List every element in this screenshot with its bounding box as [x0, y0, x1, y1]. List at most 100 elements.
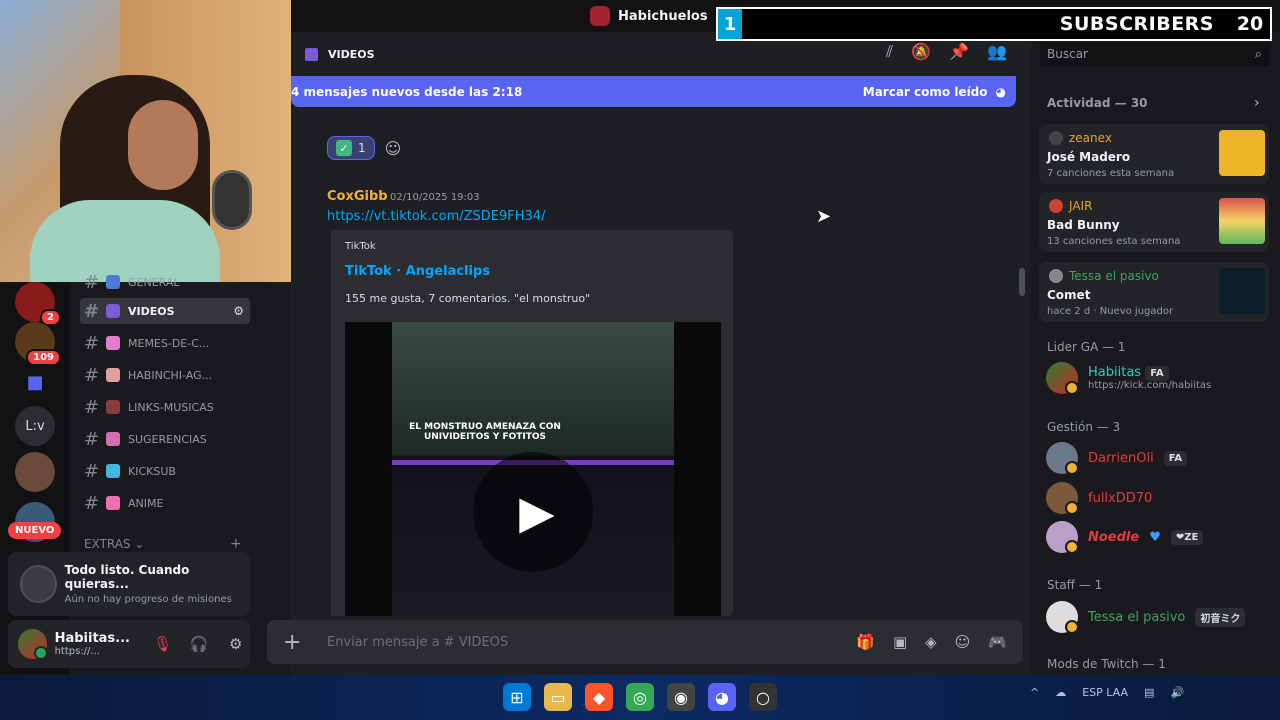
channel-item[interactable]: # HABINCHI-AG...: [80, 362, 250, 388]
new-messages-bar[interactable]: 4 mensajes nuevos desde las 2:18 Marcar …: [291, 76, 1016, 107]
activity-user-name: zeanex: [1069, 131, 1112, 145]
channel-item-active[interactable]: # VIDEOS ⚙: [80, 298, 250, 324]
member-item[interactable]: Habiitas FA https://kick.com/habiitas: [1046, 361, 1211, 395]
channel-emoji-icon: [106, 336, 120, 350]
activity-subtitle: 7 canciones esta semana: [1047, 168, 1175, 179]
album-art: [1219, 130, 1265, 176]
member-name: DarrienOli: [1088, 450, 1154, 466]
attach-plus-icon[interactable]: +: [283, 630, 309, 655]
channel-item[interactable]: # LINKS-MUSICAS: [80, 394, 250, 420]
avatar[interactable]: [18, 629, 48, 660]
mic-muted-icon[interactable]: 🎙: [148, 629, 177, 659]
composer-placeholder: Enviar mensaje a # VIDEOS: [327, 635, 508, 650]
brave-browser-icon[interactable]: ◆: [585, 683, 613, 711]
activity-title: José Madero: [1047, 150, 1131, 164]
server-rail: 2 109 ■ L:v NUEVO: [0, 282, 70, 675]
folder-icon[interactable]: ■: [15, 362, 55, 402]
activity-card[interactable]: zeanex José Madero 7 canciones esta sema…: [1039, 124, 1269, 184]
emoji-icon[interactable]: ☺: [955, 633, 971, 651]
server-icon[interactable]: 109: [15, 322, 61, 366]
hash-icon: #: [84, 300, 100, 322]
obs-icon[interactable]: ◉: [667, 683, 695, 711]
message-composer[interactable]: + Enviar mensaje a # VIDEOS 🎁 ▣ ◈ ☺ 🎮: [267, 620, 1023, 664]
add-channel-icon[interactable]: +: [230, 536, 242, 552]
mark-as-read-button[interactable]: Marcar como leído ◕: [863, 85, 1006, 99]
gif-icon[interactable]: ▣: [893, 633, 907, 651]
chevron-up-icon[interactable]: ^: [1030, 686, 1039, 699]
embed-provider: TikTok: [345, 241, 376, 252]
channel-item[interactable]: # MEMES-DE-C...: [80, 330, 250, 356]
activity-title: Comet: [1047, 288, 1091, 302]
gift-icon[interactable]: 🎁: [856, 633, 875, 651]
sticker-icon[interactable]: ◈: [925, 633, 937, 651]
mark-read-icon: ◕: [995, 84, 1006, 99]
category-extras[interactable]: EXTRAS ⌄: [84, 537, 144, 551]
server-icon[interactable]: L:v: [15, 406, 55, 446]
play-icon[interactable]: ▶: [473, 452, 593, 572]
activities-gamepad-icon[interactable]: 🎮: [988, 633, 1007, 651]
pinned-messages-icon[interactable]: 📌: [949, 42, 969, 62]
reaction-checkmark[interactable]: ✓ 1: [327, 136, 375, 160]
channel-emoji-icon: [106, 432, 120, 446]
member-name: Noedle: [1088, 529, 1140, 545]
activity-subtitle: hace 2 d · Nuevo jugador: [1047, 306, 1174, 317]
album-art: [1219, 198, 1265, 244]
member-item[interactable]: Noedle ♥ ❤ZE: [1046, 520, 1204, 554]
member-name: fullxDD70: [1088, 490, 1153, 506]
channel-item[interactable]: # ANIME: [80, 490, 250, 516]
activity-user-name: Tessa el pasivo: [1069, 269, 1159, 283]
embed-video[interactable]: EL MONSTRUO AMENAZA CON UNIVIDEITOS Y FO…: [345, 322, 721, 616]
search-input[interactable]: Buscar ⌕: [1040, 42, 1270, 66]
channel-settings-icon[interactable]: ⚙: [233, 304, 244, 318]
quest-title: Todo listo. Cuando quieras...: [64, 563, 190, 591]
channel-emoji-icon: [106, 464, 120, 478]
language-indicator[interactable]: ESP LAA: [1082, 686, 1128, 699]
quest-icon: [20, 565, 57, 603]
member-item[interactable]: fullxDD70: [1046, 481, 1152, 515]
reaction-row: ✓ 1 ☺: [327, 136, 401, 160]
gear-icon[interactable]: ⚙: [221, 629, 250, 659]
activity-header: Actividad — 30: [1047, 96, 1148, 110]
quest-card[interactable]: Todo listo. Cuando quieras... Aún no hay…: [8, 552, 250, 616]
channel-emoji-icon: [106, 496, 120, 510]
activity-card[interactable]: JAIR Bad Bunny 13 canciones esta semana: [1039, 192, 1269, 252]
activity-subtitle: 13 canciones esta semana: [1047, 236, 1181, 247]
channel-emoji-icon: [106, 368, 120, 382]
file-explorer-icon[interactable]: ▭: [544, 683, 572, 711]
user-name: Habiitas...: [54, 631, 130, 646]
server-icon[interactable]: [15, 452, 55, 492]
member-list-icon[interactable]: 👥: [987, 42, 1007, 62]
channel-label: MEMES-DE-C...: [128, 336, 210, 350]
chrome-icon[interactable]: ◎: [626, 683, 654, 711]
member-item[interactable]: Tessa el pasivo 初音ミク: [1046, 600, 1246, 634]
threads-icon[interactable]: ⫽: [886, 42, 893, 62]
message-link[interactable]: https://vt.tiktok.com/ZSDE9FH34/: [327, 209, 545, 224]
group-header: Mods de Twitch — 1: [1047, 657, 1166, 671]
windows-start-icon[interactable]: ⊞: [503, 683, 531, 711]
member-item[interactable]: DarrienOli FA: [1046, 441, 1188, 475]
message-author[interactable]: CoxGibb: [327, 189, 388, 204]
new-messages-text: 4 mensajes nuevos desde las 2:18: [291, 84, 523, 99]
reaction-count: 1: [358, 141, 366, 155]
volume-icon[interactable]: 🔊: [1170, 686, 1184, 699]
channel-item[interactable]: # KICKSUB: [80, 458, 250, 484]
user-status: https://...: [54, 646, 100, 657]
activity-user: Tessa el pasivo: [1049, 269, 1159, 283]
onedrive-icon[interactable]: ☁: [1055, 686, 1066, 699]
activity-card[interactable]: Tessa el pasivo Comet hace 2 d · Nuevo j…: [1039, 262, 1269, 322]
chevron-right-icon[interactable]: ›: [1254, 95, 1260, 111]
server-icon[interactable]: 2: [15, 282, 61, 326]
add-reaction-icon[interactable]: ☺: [385, 139, 402, 158]
headphones-icon[interactable]: 🎧: [185, 629, 214, 659]
chat-scrollbar[interactable]: [1019, 268, 1025, 296]
discord-icon[interactable]: ◕: [708, 683, 736, 711]
app-icon[interactable]: ○: [749, 683, 777, 711]
composer-tools: 🎁 ▣ ◈ ☺ 🎮: [856, 633, 1007, 651]
channel-item[interactable]: # GENERAL: [80, 269, 250, 295]
activity-user: JAIR: [1049, 199, 1092, 213]
channel-item[interactable]: # SUGERENCIAS: [80, 426, 250, 452]
group-header: Gestión — 3: [1047, 420, 1121, 434]
embed-title[interactable]: TikTok · Angelaclips: [345, 264, 490, 279]
mute-notifications-icon[interactable]: 🔕: [911, 42, 931, 62]
network-icon[interactable]: ▤: [1144, 686, 1154, 699]
